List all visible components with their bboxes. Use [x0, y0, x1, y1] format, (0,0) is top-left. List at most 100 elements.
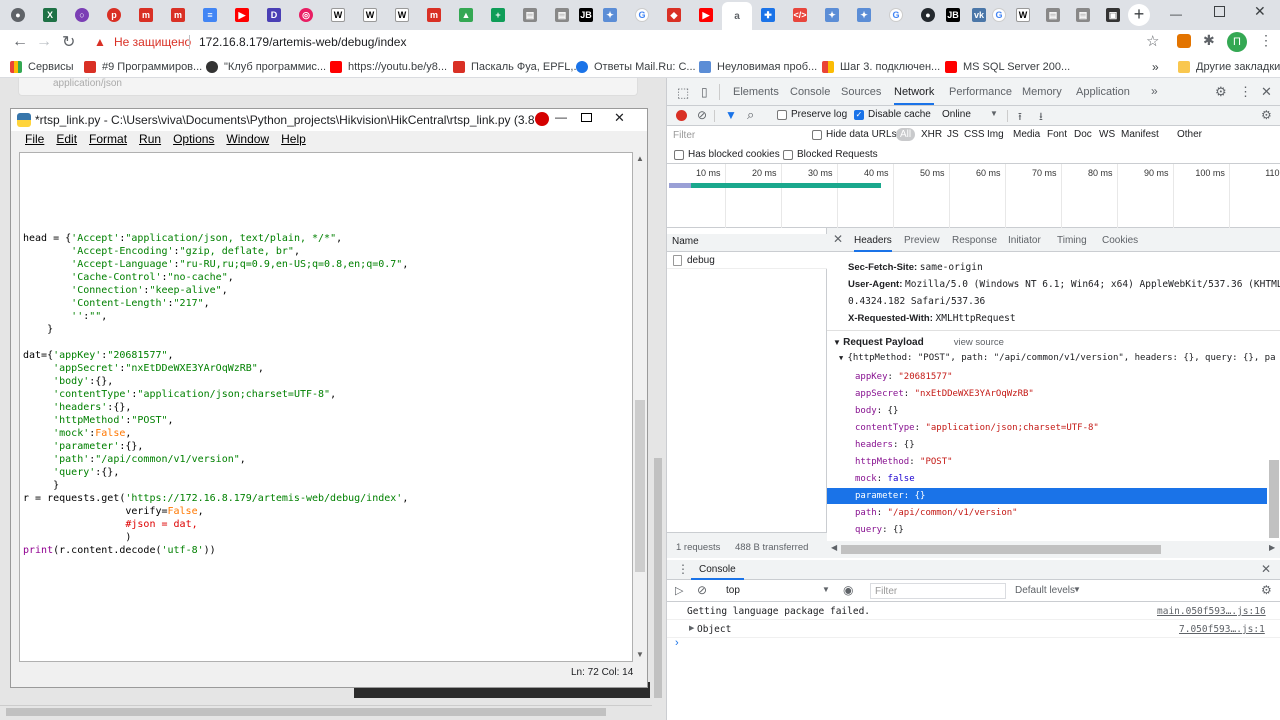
inspect-icon[interactable]: ⬚: [677, 85, 689, 101]
tab-elements[interactable]: Elements: [733, 78, 779, 106]
view-source-link[interactable]: view source: [954, 337, 1004, 348]
menu-window[interactable]: Window: [226, 132, 269, 150]
console-filter-input[interactable]: Filter: [870, 583, 1006, 599]
horizontal-scrollbar[interactable]: [0, 705, 652, 719]
blocked-requests-checkbox[interactable]: [783, 150, 793, 160]
hide-data-urls-checkbox[interactable]: [812, 130, 822, 140]
payload-row[interactable]: appKey: "20681577": [827, 369, 1267, 385]
star-icon[interactable]: ☆: [1146, 32, 1159, 50]
type-filter[interactable]: Other: [1177, 129, 1202, 140]
other-bookmarks[interactable]: Другие закладки: [1178, 59, 1280, 75]
menu-edit[interactable]: Edit: [56, 132, 77, 150]
close-icon[interactable]: ✕: [1261, 84, 1272, 100]
tab-preview[interactable]: Preview: [904, 235, 940, 246]
tab[interactable]: ●: [915, 3, 941, 27]
tab[interactable]: ▤: [1040, 3, 1066, 27]
levels-select[interactable]: Default levels: [1015, 585, 1075, 596]
console-message[interactable]: ▶ Object 7.050f593….js:1: [667, 620, 1280, 638]
payload-row[interactable]: body: {}: [827, 403, 1267, 419]
scroll-thumb[interactable]: [841, 545, 1161, 554]
tab[interactable]: X: [37, 3, 63, 27]
tab[interactable]: D: [261, 3, 287, 27]
settings-gear-icon[interactable]: ⚙: [1261, 108, 1272, 122]
scroll-thumb[interactable]: [654, 458, 662, 698]
payload-row[interactable]: contentType: "application/json;charset=U…: [827, 420, 1267, 436]
download-icon[interactable]: ⭳: [1039, 108, 1043, 127]
extensions-puzzle-icon[interactable]: ✱: [1203, 32, 1215, 49]
tab[interactable]: JB: [573, 3, 599, 27]
bookmark[interactable]: Шаг 3. подключен...: [822, 59, 940, 75]
bookmark[interactable]: #9 Программиров...: [84, 59, 202, 75]
bookmark[interactable]: https://youtu.be/y8...: [330, 59, 447, 75]
console-prompt-icon[interactable]: ›: [675, 637, 679, 649]
payload-row[interactable]: httpMethod: "POST": [827, 454, 1267, 470]
tab[interactable]: ✦: [597, 3, 623, 27]
tab[interactable]: p: [101, 3, 127, 27]
bookmark-services[interactable]: Сервисы: [10, 59, 74, 75]
tab[interactable]: ○: [69, 3, 95, 27]
tab-memory[interactable]: Memory: [1022, 78, 1062, 106]
type-filter[interactable]: Font: [1047, 129, 1067, 140]
forward-icon[interactable]: →: [36, 33, 52, 51]
filter-funnel-icon[interactable]: ▼: [725, 108, 737, 122]
type-filter[interactable]: Img: [987, 129, 1004, 140]
tab[interactable]: m: [165, 3, 191, 27]
tab-console-drawer[interactable]: Console: [691, 560, 744, 580]
tab[interactable]: ◎: [293, 3, 319, 27]
menu-kebab-icon[interactable]: ⋮: [1239, 84, 1252, 100]
tab[interactable]: ▶: [693, 3, 719, 27]
eye-icon[interactable]: ◉: [843, 583, 853, 597]
menu-kebab-icon[interactable]: ⋮: [1259, 32, 1273, 49]
url-field[interactable]: 172.16.8.179/artemis-web/debug/index: [199, 35, 406, 49]
record-icon[interactable]: [676, 110, 687, 121]
editor-scrollbar[interactable]: ▲ ▼: [633, 152, 647, 662]
payload-row[interactable]: appSecret: "nxEtDDeWXE3YArOqWzRB": [827, 386, 1267, 402]
request-row[interactable]: debug: [667, 252, 827, 269]
menu-options[interactable]: Options: [173, 132, 214, 150]
type-filter[interactable]: XHR: [921, 129, 942, 140]
type-filter[interactable]: WS: [1099, 129, 1115, 140]
tab[interactable]: ✚: [755, 3, 781, 27]
payload-section-header[interactable]: ▼ Request Payload view source: [833, 337, 1004, 348]
tab[interactable]: W: [325, 3, 351, 27]
bookmark[interactable]: Паскаль Фуа, EPFL,...: [453, 59, 583, 75]
tab-headers[interactable]: Headers: [854, 235, 892, 252]
tab[interactable]: G: [629, 3, 655, 27]
bookmark[interactable]: Неуловимая проб...: [699, 59, 817, 75]
type-filter[interactable]: CSS: [964, 129, 985, 140]
scroll-thumb[interactable]: [6, 708, 606, 716]
blocked-cookies-checkbox[interactable]: [674, 150, 684, 160]
profile-avatar[interactable]: П: [1227, 32, 1247, 52]
not-secure-label[interactable]: Не защищено: [114, 35, 191, 49]
scroll-down-icon[interactable]: ▼: [636, 650, 644, 659]
scroll-up-icon[interactable]: ▲: [636, 154, 644, 163]
vertical-scrollbar[interactable]: [652, 458, 664, 720]
tab-sources[interactable]: Sources: [841, 78, 881, 106]
tab-active[interactable]: a: [722, 2, 752, 30]
tab-console[interactable]: Console: [790, 78, 830, 106]
new-tab-button[interactable]: +: [1128, 4, 1150, 26]
tab[interactable]: ◆: [661, 3, 687, 27]
tab-performance[interactable]: Performance: [949, 78, 1012, 106]
tab[interactable]: ▣: [1100, 3, 1126, 27]
tab[interactable]: ●: [5, 3, 31, 27]
maximize-icon[interactable]: [581, 113, 592, 122]
extension-icon[interactable]: [1177, 34, 1191, 48]
tab[interactable]: ▲: [453, 3, 479, 27]
drawer-menu-icon[interactable]: ⋮: [677, 562, 689, 576]
details-hscroll[interactable]: ◀ ▶: [827, 541, 1280, 558]
type-filter[interactable]: JS: [947, 129, 959, 140]
search-icon[interactable]: ⌕: [747, 107, 754, 123]
tab[interactable]: W: [389, 3, 415, 27]
tab-timing[interactable]: Timing: [1057, 235, 1087, 246]
settings-gear-icon[interactable]: ⚙: [1261, 583, 1272, 597]
context-select[interactable]: top: [726, 585, 740, 596]
back-icon[interactable]: ←: [12, 33, 28, 51]
tab[interactable]: JB: [940, 3, 966, 27]
sidebar-toggle-icon[interactable]: ▷: [675, 584, 683, 597]
type-filter[interactable]: Manifest: [1121, 129, 1159, 140]
close-icon[interactable]: ✕: [833, 232, 843, 246]
tab-cookies[interactable]: Cookies: [1102, 235, 1138, 246]
tab[interactable]: G: [986, 3, 1012, 27]
triangle-right-icon[interactable]: ▶: [689, 624, 694, 632]
